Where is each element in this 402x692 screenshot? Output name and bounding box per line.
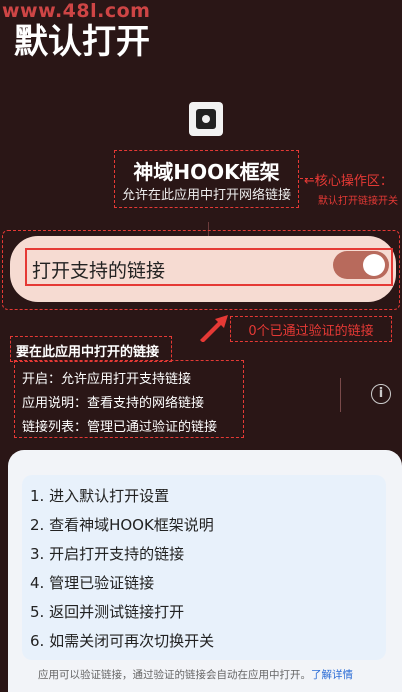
step-item: 4. 管理已验证链接 xyxy=(30,574,155,592)
step-item: 5. 返回并测试链接打开 xyxy=(30,603,185,621)
learn-more-link[interactable]: 了解详情 xyxy=(311,669,353,681)
page-title: 默认打开 xyxy=(14,22,150,62)
footer-note: 应用可以验证链接，通过验证的链接会自动在应用中打开。了解详情 xyxy=(38,667,353,682)
step-item: 6. 如需关闭可再次切换开关 xyxy=(30,632,215,650)
step-item: 3. 开启打开支持的链接 xyxy=(30,545,185,563)
app-description: 允许在此应用中打开网络链接 xyxy=(121,188,291,203)
switch-knob xyxy=(363,254,385,276)
step-item: 1. 进入默认打开设置 xyxy=(30,487,170,505)
info-icon[interactable]: i xyxy=(371,384,391,404)
app-logo-icon xyxy=(196,109,216,129)
step-item: 2. 查看神域HOOK框架说明 xyxy=(30,516,214,534)
open-in-app-heading: 要在此应用中打开的链接 xyxy=(16,345,160,360)
callout-core-area-sub: 默认打开链接开关 xyxy=(318,196,398,207)
open-supported-links-label: 打开支持的链接 xyxy=(32,260,166,282)
info-separator xyxy=(340,378,341,412)
info-line-description: 应用说明：查看支持的网络链接 xyxy=(22,396,205,411)
verified-links-count[interactable]: 0个已通过验证的链接 xyxy=(230,320,392,339)
callout-core-area: ←核心操作区： xyxy=(304,174,393,189)
arrow-icon xyxy=(200,315,228,342)
info-line-enable: 开启：允许应用打开支持链接 xyxy=(22,372,192,387)
info-line-link-list: 链接列表：管理已通过验证的链接 xyxy=(22,420,218,435)
app-name: 神域HOOK框架 xyxy=(133,160,280,184)
app-icon xyxy=(189,102,223,136)
footer-text: 应用可以验证链接，通过验证的链接会自动在应用中打开。 xyxy=(38,669,311,681)
